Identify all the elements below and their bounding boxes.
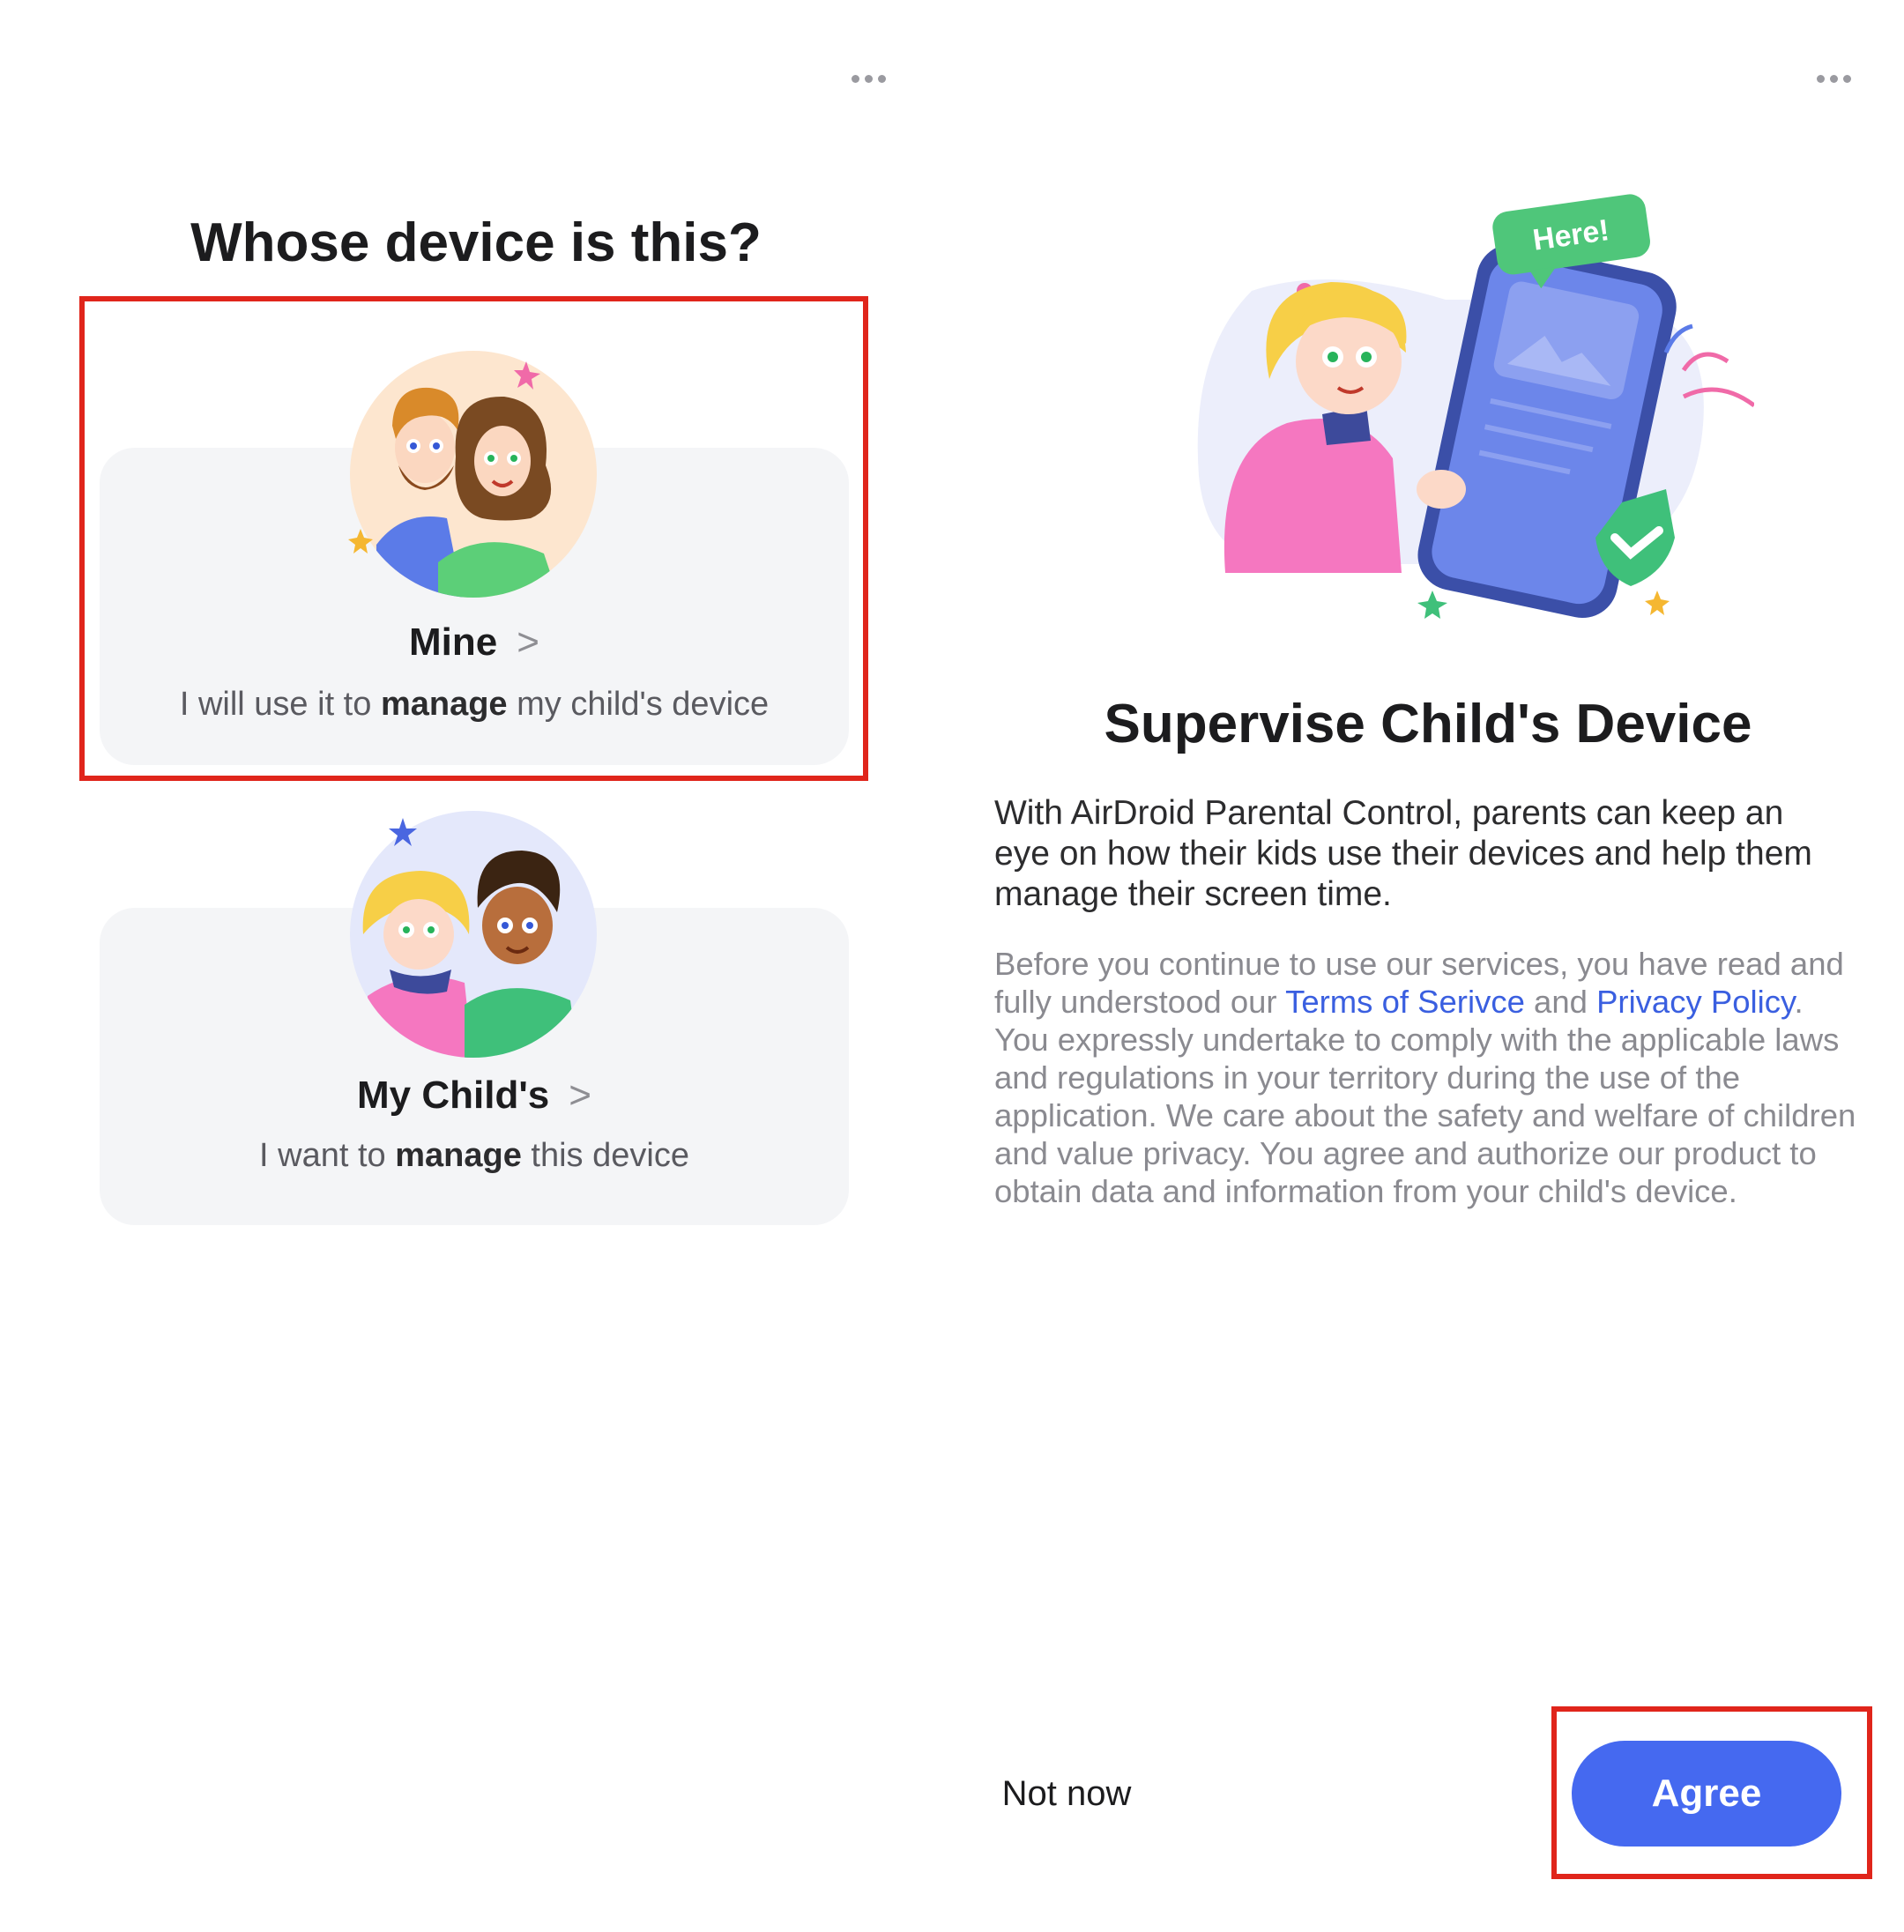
dot	[1816, 74, 1825, 83]
children-illustration	[350, 811, 597, 1058]
terms-of-service-link[interactable]: Terms of Serivce	[1285, 984, 1525, 1020]
dot	[864, 74, 873, 83]
supervise-screen: Here! Supervise Child's Device With AirD…	[952, 0, 1904, 1932]
agree-button[interactable]: Agree	[1572, 1741, 1841, 1847]
page-title: Whose device is this?	[190, 212, 762, 273]
more-options-icon[interactable]	[842, 65, 895, 92]
dot	[1829, 74, 1838, 83]
child-with-phone-illustration: Here!	[1197, 194, 1754, 619]
dot	[1842, 74, 1851, 83]
dot	[851, 74, 859, 83]
dot	[877, 74, 886, 83]
not-now-button[interactable]: Not now	[978, 1763, 1155, 1824]
whose-device-screen: Whose device is this? Mine > I will use i…	[0, 0, 952, 1932]
option-my-childs-title: My Child's >	[357, 1074, 591, 1117]
more-options-icon[interactable]	[1807, 65, 1860, 92]
option-mine-description: I will use it to manage my child's devic…	[179, 686, 770, 723]
screen-title: Supervise Child's Device	[1104, 694, 1752, 754]
privacy-policy-link[interactable]: Privacy Policy	[1596, 984, 1794, 1020]
legal-text: Before you continue to use our services,…	[994, 946, 1856, 1209]
parents-illustration	[348, 351, 597, 598]
option-mine-title: Mine >	[409, 620, 539, 664]
option-my-childs-description: I want to manage this device	[259, 1137, 689, 1174]
chevron-right-icon: >	[517, 620, 539, 664]
intro-text: With AirDroid Parental Control, parents …	[994, 794, 1812, 913]
chevron-right-icon: >	[569, 1074, 591, 1117]
